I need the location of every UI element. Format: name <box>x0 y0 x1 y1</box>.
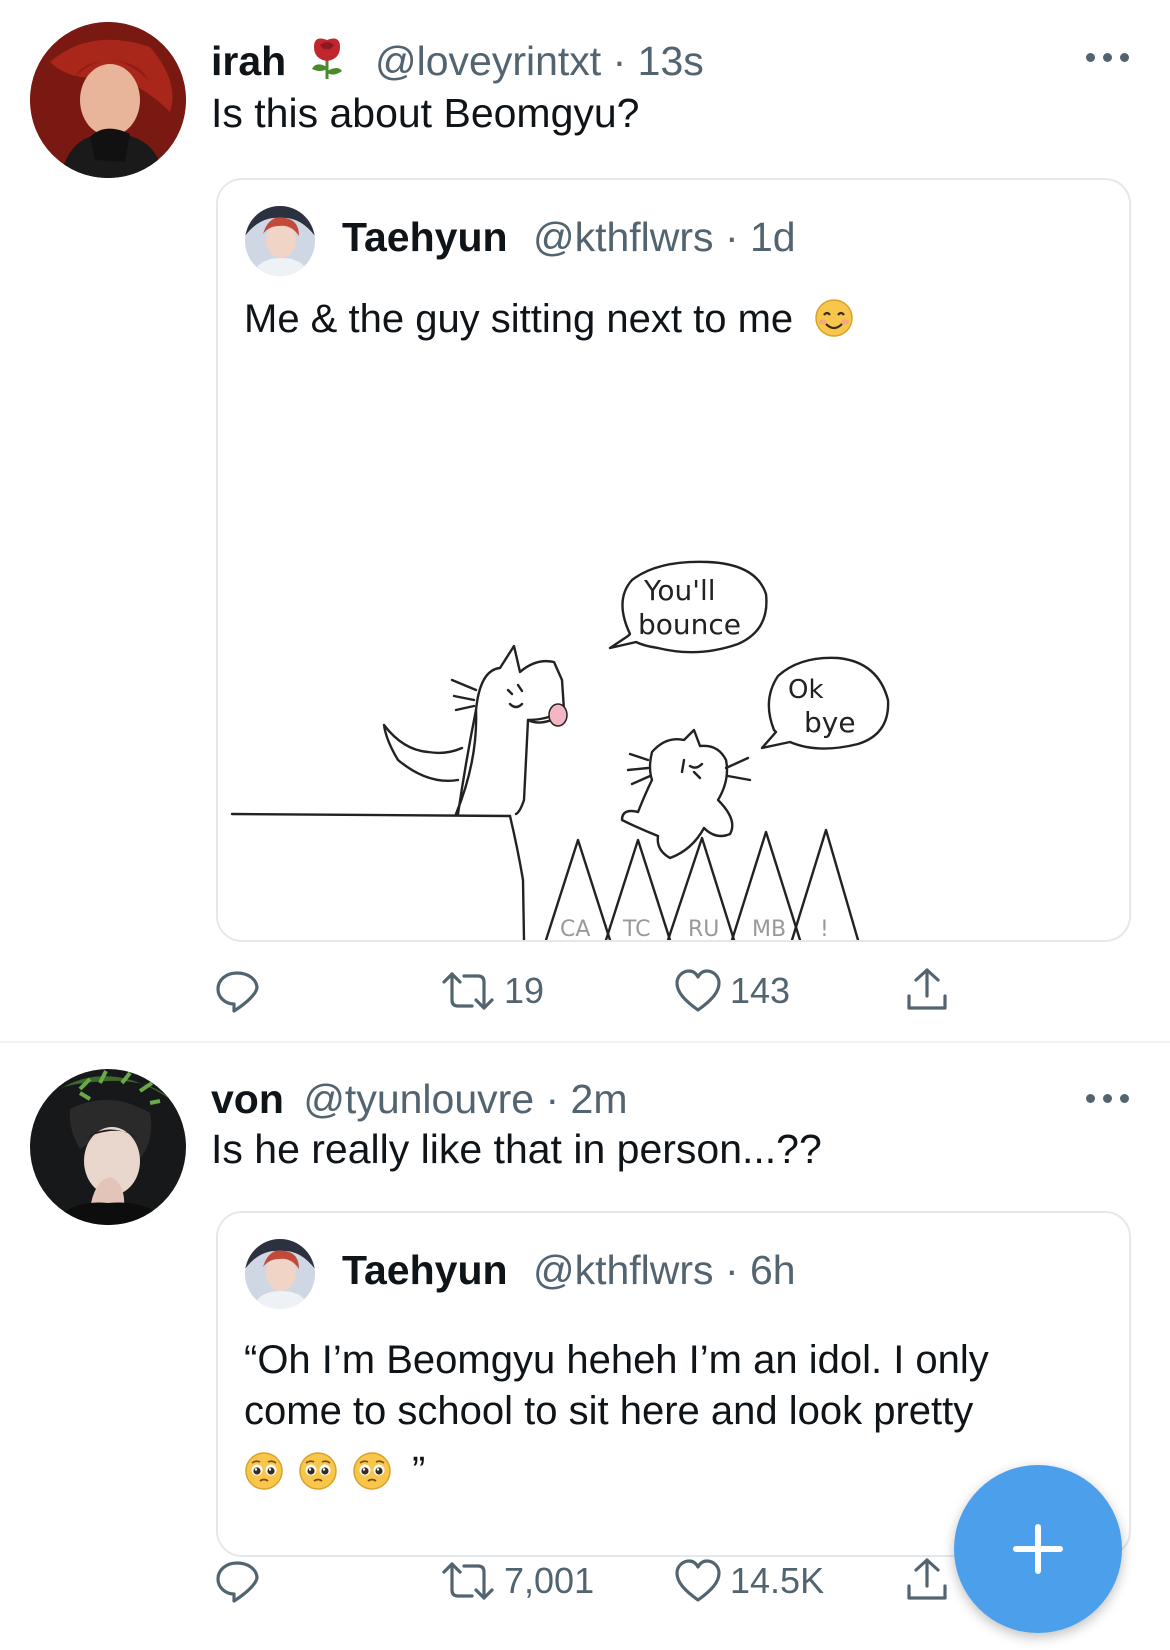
avatar[interactable] <box>30 22 186 178</box>
reply-icon <box>216 971 259 1013</box>
more-options-icon[interactable] <box>1086 50 1130 64</box>
quoted-avatar <box>245 206 315 276</box>
share-button[interactable] <box>905 966 949 1014</box>
spike-label: CA <box>560 917 590 940</box>
quoted-author-handle: @kthflwrs <box>532 1247 714 1293</box>
spike-label: MB <box>752 917 786 940</box>
bubble-left-line1: You'll <box>643 574 716 607</box>
author-handle[interactable]: @loveyrintxt <box>375 38 601 84</box>
retweet-count: 19 <box>504 970 545 1011</box>
avatar[interactable] <box>30 1069 186 1225</box>
quoted-text-line: “Oh I’m Beomgyu heheh I’m an idol. I onl… <box>244 1338 989 1382</box>
quoted-avatar <box>245 1239 315 1309</box>
quoted-drawing[interactable]: You'll bounce Ok bye CA TC RU MB ! <box>218 380 1129 940</box>
author-name[interactable]: von <box>211 1076 284 1122</box>
quoted-author-name: Taehyun <box>342 214 508 260</box>
quoted-text: Me & the guy sitting next to me <box>244 294 854 345</box>
quoted-text-content: Me & the guy sitting next to me <box>244 297 794 341</box>
pleading-face-icon <box>352 1451 392 1491</box>
more-options-icon[interactable] <box>1086 1091 1130 1105</box>
tweet-header: irah @loveyrintxt · 13s <box>211 37 704 85</box>
heart-icon <box>675 969 721 1012</box>
bubble-right-line2: bye <box>804 706 856 739</box>
quoted-timestamp: · 1d <box>724 214 796 260</box>
tweet-header: von @tyunlouvre · 2m <box>211 1076 628 1123</box>
bubble-right-line1: Ok <box>788 675 824 705</box>
author-name[interactable]: irah <box>211 38 286 84</box>
tweet-timestamp[interactable]: · 2m <box>546 1076 628 1122</box>
quoted-tweet[interactable]: Taehyun @kthflwrs · 1d Me & the guy sitt… <box>216 178 1131 942</box>
heart-icon <box>675 1559 721 1602</box>
pleading-face-icon <box>244 1451 284 1491</box>
tweet[interactable]: irah @loveyrintxt · 13s Is this about Be… <box>0 0 1170 1040</box>
quoted-author-name: Taehyun <box>342 1247 508 1293</box>
spike-label: TC <box>622 917 651 940</box>
quoted-timestamp: · 6h <box>724 1247 796 1293</box>
reply-icon <box>216 1561 259 1603</box>
like-button[interactable]: 143 <box>674 968 790 1014</box>
retweet-button[interactable]: 7,001 <box>440 1558 594 1604</box>
bubble-left-line2: bounce <box>638 608 741 641</box>
plus-icon <box>1013 1524 1063 1574</box>
rose-icon <box>306 37 348 81</box>
quoted-text-line: come to school to sit here and look pret… <box>244 1389 974 1433</box>
tweet-actions: 19 143 <box>0 962 1170 1022</box>
tweet-text: Is he really like that in person...?? <box>211 1126 822 1172</box>
tweet-text: Is this about Beomgyu? <box>211 90 640 136</box>
left-cat <box>456 644 566 816</box>
tweet-timestamp[interactable]: · 13s <box>613 38 704 84</box>
author-handle[interactable]: @tyunlouvre <box>303 1076 534 1122</box>
share-icon <box>907 968 947 1010</box>
quoted-header: Taehyun @kthflwrs · 6h <box>342 1247 796 1294</box>
reply-button[interactable] <box>214 968 260 1014</box>
retweet-icon <box>442 1562 494 1600</box>
smiling-face-icon <box>814 298 854 338</box>
right-cat <box>620 728 734 860</box>
spike-label: RU <box>688 917 719 940</box>
like-button[interactable]: 14.5K <box>674 1558 824 1604</box>
quoted-author-handle: @kthflwrs <box>532 214 714 260</box>
reply-button[interactable] <box>214 1558 260 1604</box>
like-count: 143 <box>730 970 791 1011</box>
share-button[interactable] <box>905 1556 949 1604</box>
spike-label: ! <box>820 917 829 940</box>
compose-tweet-button[interactable] <box>954 1465 1122 1633</box>
like-count: 14.5K <box>730 1560 825 1601</box>
retweet-count: 7,001 <box>504 1560 595 1601</box>
quoted-text: “Oh I’m Beomgyu heheh I’m an idol. I onl… <box>244 1335 989 1501</box>
retweet-icon <box>442 972 494 1010</box>
pleading-face-icon <box>298 1451 338 1491</box>
retweet-button[interactable]: 19 <box>440 968 544 1014</box>
share-icon <box>907 1558 947 1600</box>
quoted-header: Taehyun @kthflwrs · 1d <box>342 214 796 261</box>
closing-quote: ” <box>412 1448 426 1493</box>
